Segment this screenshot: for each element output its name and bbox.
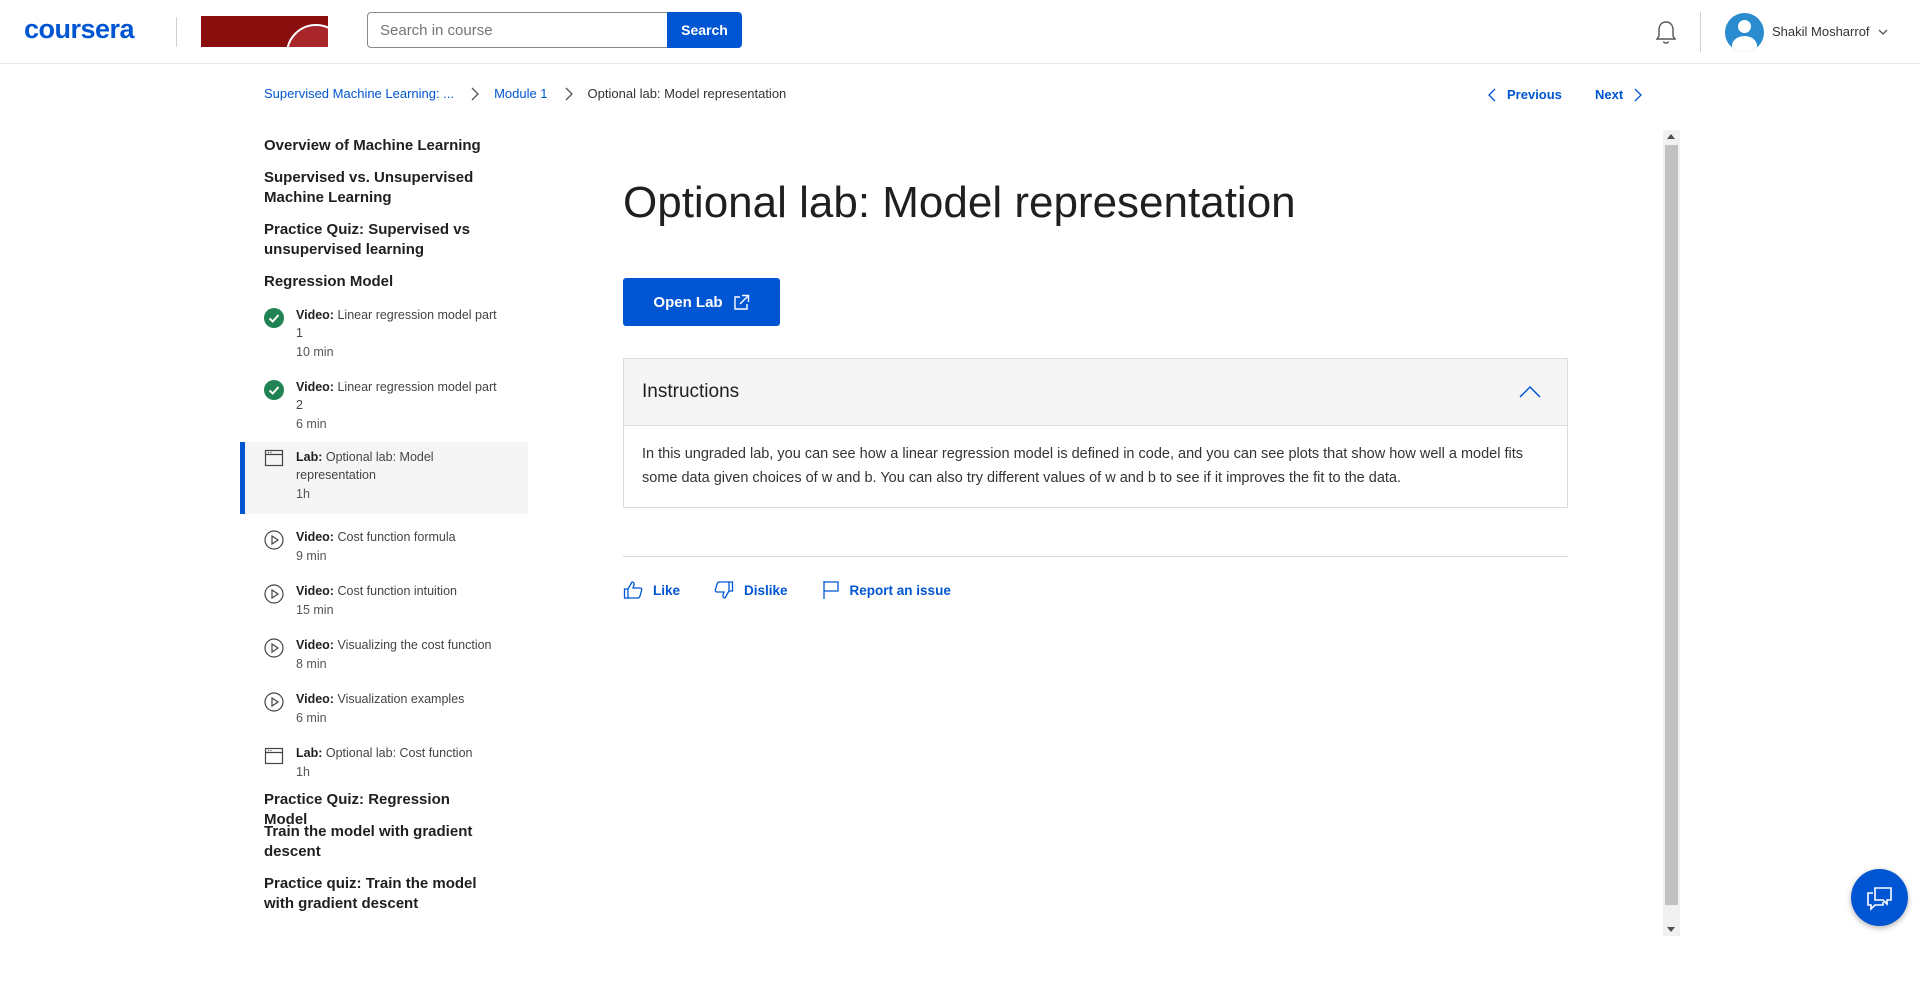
next-label: Next: [1595, 87, 1624, 102]
like-label: Like: [653, 582, 681, 598]
item-duration: 1h: [296, 487, 310, 501]
completed-check-icon: [264, 308, 284, 328]
play-circle-icon: [264, 638, 284, 658]
sidebar-section[interactable]: Practice Quiz: Supervised vs unsupervise…: [264, 220, 484, 260]
open-lab-button[interactable]: Open Lab: [623, 278, 780, 326]
partner-logo[interactable]: [201, 16, 328, 47]
sidebar-item[interactable]: Video: Cost function formula 9 min: [240, 526, 528, 576]
item-title: Optional lab: Cost function: [325, 746, 473, 760]
lab-icon: [264, 449, 284, 467]
feedback-actions: Like Dislike Report an issue: [623, 580, 985, 600]
bell-icon[interactable]: [1654, 20, 1678, 46]
sidebar-section[interactable]: Supervised vs. Unsupervised Machine Lear…: [264, 168, 484, 208]
item-kind: Video:: [296, 530, 334, 544]
item-kind: Video:: [296, 692, 334, 706]
instructions-title: Instructions: [642, 381, 740, 402]
external-link-icon: [733, 294, 749, 310]
breadcrumb-course[interactable]: Supervised Machine Learning: ...: [264, 86, 454, 101]
chevron-left-icon: [1488, 88, 1496, 101]
item-duration: 10 min: [296, 345, 334, 359]
dislike-button[interactable]: Dislike: [714, 580, 788, 600]
thumbs-up-icon: [623, 581, 643, 599]
item-duration: 6 min: [296, 711, 327, 725]
item-title: Cost function intuition: [337, 584, 457, 598]
previous-label: Previous: [1507, 87, 1562, 102]
chevron-right-icon: [1634, 88, 1643, 101]
chevron-right-icon: [565, 87, 573, 100]
dislike-label: Dislike: [744, 582, 788, 598]
item-title: Cost function formula: [337, 530, 456, 544]
sidebar-section[interactable]: Train the model with gradient descent: [264, 822, 484, 862]
item-duration: 9 min: [296, 549, 327, 563]
scrollbar[interactable]: [1663, 130, 1680, 936]
sidebar-item[interactable]: Video: Visualizing the cost function 8 mi…: [240, 634, 528, 684]
sidebar-item[interactable]: Video: Linear regression model part 1 10 …: [240, 304, 528, 370]
previous-button[interactable]: Previous: [1488, 87, 1562, 102]
item-kind: Lab:: [296, 746, 323, 760]
item-kind: Video:: [296, 584, 334, 598]
item-title: Visualizing the cost function: [337, 638, 492, 652]
item-kind: Lab:: [296, 450, 323, 464]
scroll-thumb[interactable]: [1665, 145, 1678, 905]
page-title: Optional lab: Model representation: [623, 178, 1296, 227]
instructions-panel: Instructions In this ungraded lab, you c…: [623, 358, 1568, 508]
header-divider: [1700, 12, 1701, 52]
sidebar-section[interactable]: Practice quiz: Train the model with grad…: [264, 874, 484, 914]
chat-bubbles-icon: [1866, 886, 1892, 911]
search-input[interactable]: [367, 12, 669, 48]
item-duration: 8 min: [296, 657, 327, 671]
user-name[interactable]: Shakil Mosharrof: [1772, 24, 1870, 39]
breadcrumb: Supervised Machine Learning: ... Module …: [264, 86, 786, 101]
avatar[interactable]: [1725, 13, 1764, 52]
play-circle-icon: [264, 584, 284, 604]
open-lab-label: Open Lab: [653, 293, 723, 311]
breadcrumb-module[interactable]: Module 1: [494, 86, 547, 101]
instructions-header[interactable]: Instructions: [624, 359, 1567, 426]
sidebar-section[interactable]: Overview of Machine Learning: [264, 136, 484, 156]
item-title: Visualization examples: [337, 692, 465, 706]
sidebar-section[interactable]: Regression Model: [264, 272, 484, 292]
completed-check-icon: [264, 380, 284, 400]
next-button[interactable]: Next: [1595, 87, 1643, 102]
content-divider: [623, 556, 1568, 557]
search-button[interactable]: Search: [667, 12, 742, 48]
item-kind: Video:: [296, 638, 334, 652]
flag-icon: [822, 581, 839, 599]
sidebar-item[interactable]: Video: Linear regression model part 26 m…: [240, 376, 528, 442]
chevron-up-icon[interactable]: [1519, 385, 1541, 399]
thumbs-down-icon: [714, 581, 734, 599]
chevron-right-icon: [471, 87, 479, 100]
breadcrumb-current: Optional lab: Model representation: [587, 86, 787, 101]
play-circle-icon: [264, 692, 284, 712]
item-duration: 1h: [296, 765, 310, 779]
sidebar-item[interactable]: Video: Visualization examples 6 min: [240, 688, 528, 738]
chat-button[interactable]: [1851, 869, 1908, 926]
sidebar-item-active[interactable]: Lab: Optional lab: Model representation 1…: [240, 442, 528, 514]
logo-divider: [176, 17, 177, 47]
report-issue-button[interactable]: Report an issue: [822, 580, 951, 600]
item-duration: 15 min: [296, 603, 334, 617]
sidebar-item[interactable]: Lab: Optional lab: Cost function 1h: [240, 742, 528, 792]
like-button[interactable]: Like: [623, 580, 680, 600]
chevron-down-icon[interactable]: [1877, 26, 1889, 38]
top-header: coursera Search Shakil Mosharrof: [0, 0, 1920, 64]
play-circle-icon: [264, 530, 284, 550]
lab-icon: [264, 747, 284, 765]
report-label: Report an issue: [849, 582, 951, 598]
item-kind: Video:: [296, 308, 334, 322]
scroll-down-arrow[interactable]: [1667, 927, 1675, 932]
sidebar-item[interactable]: Video: Cost function intuition 15 min: [240, 580, 528, 630]
item-duration: 6 min: [296, 417, 327, 431]
instructions-text: In this ungraded lab, you can see how a …: [642, 446, 1523, 486]
scroll-up-arrow[interactable]: [1667, 134, 1675, 139]
item-kind: Video:: [296, 380, 334, 394]
coursera-logo[interactable]: coursera: [24, 14, 135, 45]
